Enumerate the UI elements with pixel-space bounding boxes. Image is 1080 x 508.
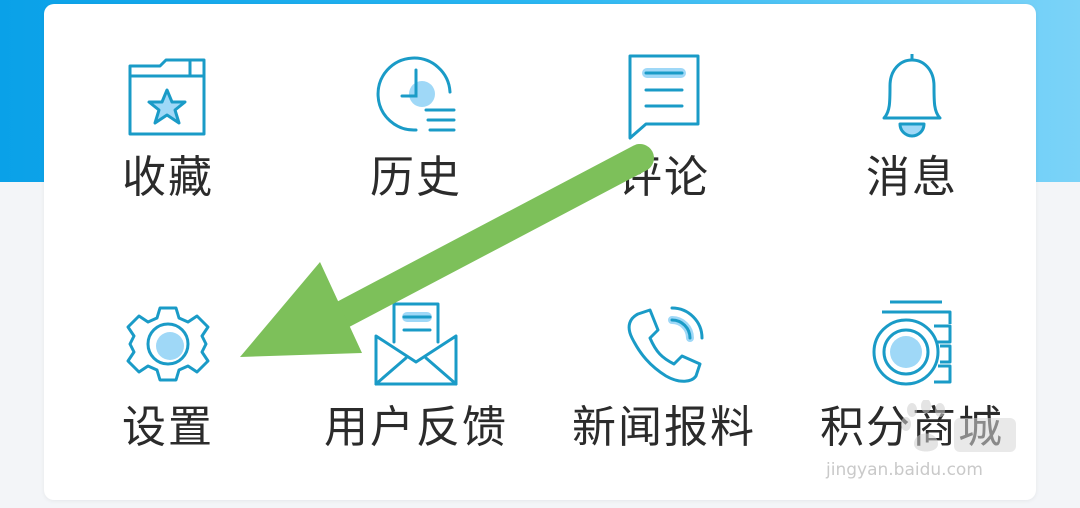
menu-item-label: 用户反馈 <box>324 402 508 453</box>
menu-item-messages[interactable]: 消息 <box>788 4 1036 252</box>
comment-icon <box>616 46 712 142</box>
menu-item-feedback[interactable]: 用户反馈 <box>292 252 540 500</box>
menu-item-label: 新闻报料 <box>572 402 756 453</box>
menu-item-points-mall[interactable]: 积分商城 <box>788 252 1036 500</box>
bell-icon <box>864 46 960 142</box>
menu-item-label: 消息 <box>866 152 958 203</box>
menu-item-label: 积分商城 <box>820 402 1004 453</box>
phone-icon <box>616 296 712 392</box>
menu-item-label: 设置 <box>122 402 214 453</box>
menu-grid: 收藏 历史 评论 消息 设置 用户反馈 新闻报料 积分商城 <box>44 4 1036 500</box>
menu-item-comments[interactable]: 评论 <box>540 4 788 252</box>
folder-star-icon <box>120 46 216 142</box>
coins-icon <box>864 296 960 392</box>
menu-item-label: 评论 <box>618 152 710 203</box>
menu-item-news-tip[interactable]: 新闻报料 <box>540 252 788 500</box>
clock-history-icon <box>368 46 464 142</box>
gear-icon <box>120 296 216 392</box>
menu-card: 收藏 历史 评论 消息 设置 用户反馈 新闻报料 积分商城 <box>44 4 1036 500</box>
menu-item-favorites[interactable]: 收藏 <box>44 4 292 252</box>
envelope-icon <box>368 296 464 392</box>
menu-item-label: 历史 <box>370 152 462 203</box>
menu-item-history[interactable]: 历史 <box>292 4 540 252</box>
menu-item-label: 收藏 <box>122 152 214 203</box>
menu-item-settings[interactable]: 设置 <box>44 252 292 500</box>
